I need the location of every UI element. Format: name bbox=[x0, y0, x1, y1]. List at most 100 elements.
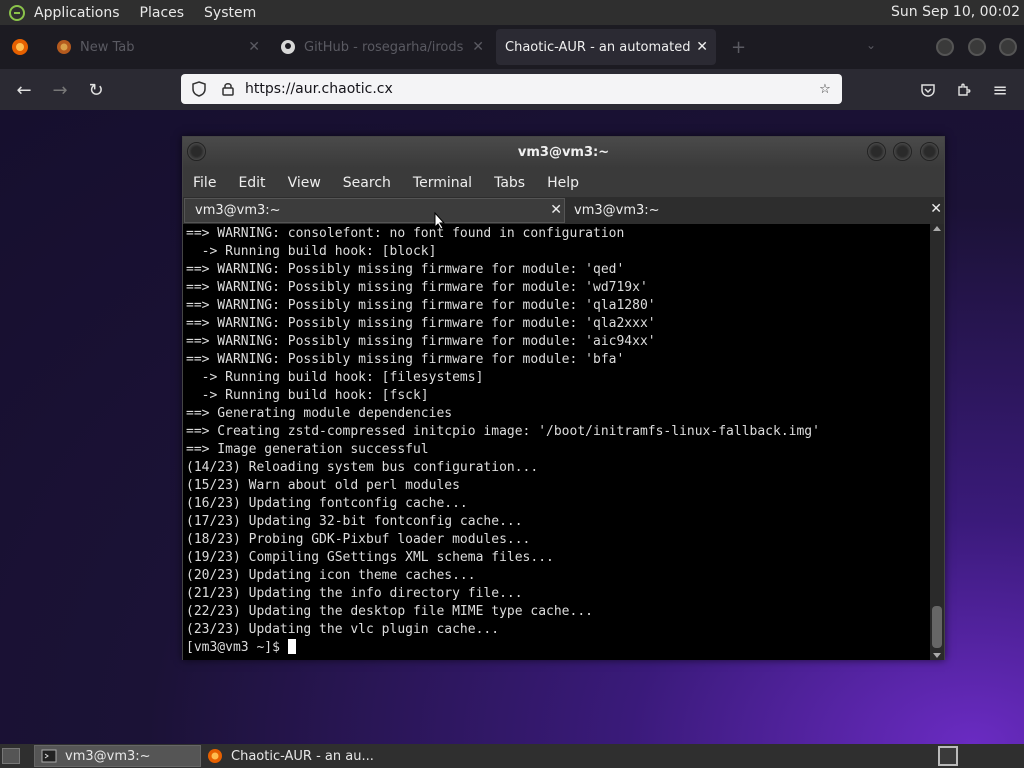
plus-icon[interactable]: + bbox=[731, 37, 746, 58]
browser-tab[interactable]: GitHub - rosegarha/irods ✕ bbox=[272, 29, 492, 65]
terminal-line: ==> WARNING: Possibly missing firmware f… bbox=[186, 352, 625, 367]
menu-tabs[interactable]: Tabs bbox=[494, 175, 525, 191]
prompt: [vm3@vm3 ~]$ bbox=[186, 640, 288, 655]
terminal-line: ==> Image generation successful bbox=[186, 442, 429, 457]
menu-terminal[interactable]: Terminal bbox=[413, 175, 472, 191]
workspace-switcher[interactable] bbox=[938, 746, 958, 766]
clock[interactable]: Sun Sep 10, 00:02 bbox=[891, 4, 1020, 20]
tab-title: vm3@vm3:~ bbox=[195, 203, 281, 218]
terminal-line: (21/23) Updating the info directory file… bbox=[186, 586, 523, 601]
browser-tab-active[interactable]: Chaotic-AUR - an automated bu ✕ bbox=[496, 29, 716, 65]
terminal-tab[interactable]: vm3@vm3:~ ✕ bbox=[564, 198, 944, 223]
lock-icon[interactable] bbox=[221, 81, 235, 97]
scroll-up-icon[interactable] bbox=[933, 226, 941, 231]
menu-view[interactable]: View bbox=[288, 175, 321, 191]
terminal-output[interactable]: ==> WARNING: consolefont: no font found … bbox=[183, 224, 930, 660]
top-panel: Applications Places System Sun Sep 10, 0… bbox=[0, 0, 1024, 25]
show-desktop-icon[interactable] bbox=[2, 748, 20, 764]
terminal-tab-bar: vm3@vm3:~ ✕ vm3@vm3:~ ✕ bbox=[183, 197, 944, 224]
url-text[interactable]: https://aur.chaotic.cx bbox=[245, 81, 393, 97]
back-arrow-icon[interactable]: ← bbox=[12, 78, 36, 102]
chevron-down-icon[interactable]: ⌄ bbox=[866, 38, 876, 52]
close-icon[interactable]: ✕ bbox=[550, 202, 562, 218]
text-cursor bbox=[287, 639, 296, 654]
github-icon bbox=[281, 40, 295, 54]
terminal-title: vm3@vm3:~ bbox=[517, 145, 610, 160]
terminal-line: -> Running build hook: [block] bbox=[186, 244, 437, 259]
taskbar-item-label: vm3@vm3:~ bbox=[65, 748, 151, 764]
star-icon[interactable]: ☆ bbox=[816, 80, 834, 98]
terminal-line: ==> WARNING: Possibly missing firmware f… bbox=[186, 316, 656, 331]
places-menu[interactable]: Places bbox=[140, 5, 185, 21]
reload-icon[interactable]: ↻ bbox=[84, 78, 108, 102]
menu-edit[interactable]: Edit bbox=[238, 175, 265, 191]
taskbar-item-firefox[interactable]: Chaotic-AUR - an au... bbox=[201, 745, 401, 767]
terminal-title-bar[interactable]: vm3@vm3:~ bbox=[183, 137, 944, 168]
tab-title: Chaotic-AUR - an automated bu bbox=[505, 39, 691, 55]
scroll-down-icon[interactable] bbox=[933, 653, 941, 658]
terminal-line: (16/23) Updating fontconfig cache... bbox=[186, 496, 468, 511]
taskbar-item-terminal[interactable]: vm3@vm3:~ bbox=[34, 745, 201, 767]
terminal-line: (23/23) Updating the vlc plugin cache... bbox=[186, 622, 500, 637]
terminal-line: (20/23) Updating icon theme caches... bbox=[186, 568, 476, 583]
bottom-taskbar: vm3@vm3:~ Chaotic-AUR - an au... bbox=[0, 744, 1024, 768]
maximize-button[interactable] bbox=[968, 38, 986, 56]
menu-file[interactable]: File bbox=[193, 175, 216, 191]
terminal-icon bbox=[41, 749, 57, 763]
minimize-button[interactable] bbox=[867, 142, 886, 161]
taskbar-item-label: Chaotic-AUR - an au... bbox=[231, 748, 374, 764]
browser-tab-strip: New Tab ✕ GitHub - rosegarha/irods ✕ Cha… bbox=[0, 25, 1024, 69]
terminal-menu-bar: File Edit View Search Terminal Tabs Help bbox=[183, 168, 944, 197]
distro-logo-icon[interactable] bbox=[6, 2, 28, 24]
extensions-icon[interactable] bbox=[952, 78, 976, 102]
terminal-line: (18/23) Probing GDK-Pixbuf loader module… bbox=[186, 532, 531, 547]
terminal-prompt-line[interactable]: [vm3@vm3 ~]$ bbox=[186, 639, 930, 657]
browser-tab[interactable]: New Tab ✕ bbox=[48, 29, 268, 65]
close-icon[interactable]: ✕ bbox=[248, 39, 260, 55]
close-icon[interactable]: ✕ bbox=[472, 39, 484, 55]
close-icon[interactable]: ✕ bbox=[930, 201, 942, 217]
mouse-pointer-icon bbox=[434, 212, 446, 230]
terminal-line: (17/23) Updating 32-bit fontconfig cache… bbox=[186, 514, 523, 529]
close-button[interactable] bbox=[920, 142, 939, 161]
terminal-tab-active[interactable]: vm3@vm3:~ ✕ bbox=[184, 198, 565, 223]
terminal-line: ==> Generating module dependencies bbox=[186, 406, 453, 421]
applications-menu[interactable]: Applications bbox=[34, 5, 120, 21]
terminal-line: ==> WARNING: Possibly missing firmware f… bbox=[186, 334, 656, 349]
close-icon[interactable]: ✕ bbox=[696, 39, 708, 55]
terminal-line: ==> WARNING: Possibly missing firmware f… bbox=[186, 280, 648, 295]
firefox-icon bbox=[57, 40, 71, 54]
hamburger-menu-icon[interactable]: ≡ bbox=[988, 78, 1012, 102]
terminal-line: (19/23) Compiling GSettings XML schema f… bbox=[186, 550, 554, 565]
terminal-line: ==> WARNING: Possibly missing firmware f… bbox=[186, 298, 656, 313]
terminal-line: (22/23) Updating the desktop file MIME t… bbox=[186, 604, 593, 619]
close-button[interactable] bbox=[999, 38, 1017, 56]
terminal-line: -> Running build hook: [fsck] bbox=[186, 388, 429, 403]
terminal-line: ==> WARNING: Possibly missing firmware f… bbox=[186, 262, 625, 277]
terminal-window[interactable]: vm3@vm3:~ File Edit View Search Terminal… bbox=[182, 136, 945, 660]
browser-nav-bar: ← → ↻ https://aur.chaotic.cx ☆ ≡ bbox=[0, 69, 1024, 110]
window-menu-button[interactable] bbox=[187, 142, 206, 161]
shield-icon[interactable] bbox=[191, 81, 207, 97]
terminal-line: (15/23) Warn about old perl modules bbox=[186, 478, 460, 493]
maximize-button[interactable] bbox=[893, 142, 912, 161]
terminal-line: -> Running build hook: [filesystems] bbox=[186, 370, 484, 385]
pocket-icon[interactable] bbox=[916, 78, 940, 102]
terminal-line: ==> Creating zstd-compressed initcpio im… bbox=[186, 424, 820, 439]
tab-title: vm3@vm3:~ bbox=[574, 203, 660, 218]
terminal-line: ==> WARNING: consolefont: no font found … bbox=[186, 226, 625, 241]
terminal-line: (14/23) Reloading system bus configurati… bbox=[186, 460, 539, 475]
tab-title: GitHub - rosegarha/irods bbox=[304, 39, 464, 55]
url-bar[interactable]: https://aur.chaotic.cx ☆ bbox=[181, 74, 842, 104]
tab-title: New Tab bbox=[80, 39, 135, 55]
menu-help[interactable]: Help bbox=[547, 175, 579, 191]
system-menu[interactable]: System bbox=[204, 5, 256, 21]
forward-arrow-icon[interactable]: → bbox=[48, 78, 72, 102]
scrollbar-thumb[interactable] bbox=[932, 606, 942, 648]
terminal-scrollbar[interactable] bbox=[930, 224, 944, 660]
terminal-lines: ==> WARNING: consolefont: no font found … bbox=[186, 225, 930, 639]
firefox-view-icon[interactable] bbox=[11, 38, 29, 56]
minimize-button[interactable] bbox=[936, 38, 954, 56]
firefox-icon bbox=[208, 749, 222, 763]
menu-search[interactable]: Search bbox=[343, 175, 391, 191]
